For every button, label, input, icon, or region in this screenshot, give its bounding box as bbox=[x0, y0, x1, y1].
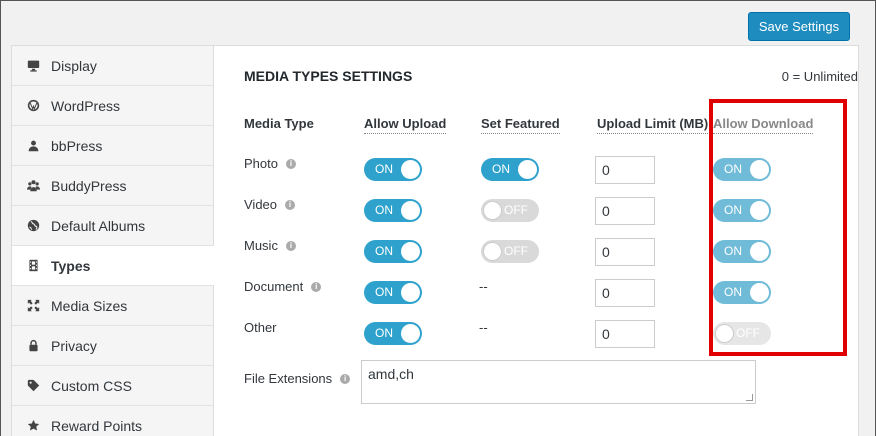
sidebar-item-reward-points[interactable]: Reward Points bbox=[12, 406, 213, 436]
media-type-name: Other bbox=[244, 320, 277, 335]
col-header-media-type: Media Type bbox=[244, 116, 314, 131]
star-icon bbox=[26, 419, 40, 433]
toggle-state: OFF bbox=[504, 203, 528, 217]
col-header-allow-upload: Allow Upload bbox=[364, 116, 447, 134]
sidebar-item-custom-css[interactable]: Custom CSS bbox=[12, 366, 213, 406]
toggle-state: ON bbox=[375, 285, 393, 299]
toggle-knob bbox=[401, 324, 420, 343]
file-extensions-textarea[interactable]: amd,ch bbox=[361, 360, 756, 404]
toggle-knob bbox=[401, 160, 420, 179]
sidebar-item-label: Privacy bbox=[51, 337, 97, 354]
toggle-knob bbox=[401, 283, 420, 302]
sidebar-item-label: WordPress bbox=[51, 97, 120, 114]
upload-limit-other-input[interactable]: 0 bbox=[595, 320, 655, 348]
file-extensions-text: File Extensions bbox=[244, 371, 333, 386]
allow-upload-photo-toggle[interactable]: ON bbox=[364, 158, 422, 181]
toggle-state: ON bbox=[375, 244, 393, 258]
person-icon bbox=[26, 139, 40, 153]
upload-limit-video-input[interactable]: 0 bbox=[595, 197, 655, 225]
upload-limit-document-input[interactable]: 0 bbox=[595, 279, 655, 307]
media-type-name: Photo bbox=[244, 156, 278, 171]
sidebar-item-display[interactable]: Display bbox=[12, 46, 213, 86]
set-featured-music-toggle[interactable]: OFF bbox=[481, 240, 539, 263]
sidebar-item-label: Types bbox=[51, 257, 91, 274]
toggle-state: ON bbox=[375, 326, 393, 340]
file-extensions-value: amd,ch bbox=[368, 366, 414, 382]
row-label-other: Other bbox=[244, 320, 277, 335]
info-icon[interactable]: i bbox=[285, 240, 296, 251]
upload-limit-music-input[interactable]: 0 bbox=[595, 238, 655, 266]
toggle-knob bbox=[401, 242, 420, 261]
info-icon[interactable]: i bbox=[340, 373, 351, 384]
info-icon[interactable]: i bbox=[285, 158, 296, 169]
resize-icon bbox=[26, 299, 40, 313]
group-icon bbox=[26, 179, 40, 193]
allow-upload-video-toggle[interactable]: ON bbox=[364, 199, 422, 222]
file-extensions-label: File Extensions i bbox=[244, 371, 351, 386]
info-icon[interactable]: i bbox=[311, 281, 322, 292]
sidebar-item-media-sizes[interactable]: Media Sizes bbox=[12, 286, 213, 326]
sidebar-item-privacy[interactable]: Privacy bbox=[12, 326, 213, 366]
toggle-state: ON bbox=[375, 203, 393, 217]
top-toolbar: Save Settings bbox=[1, 1, 875, 45]
media-type-name: Music bbox=[244, 238, 278, 253]
toggle-knob bbox=[483, 201, 502, 220]
upload-limit-photo-input[interactable]: 0 bbox=[595, 156, 655, 184]
row-label-video: Video i bbox=[244, 197, 296, 212]
allow-upload-document-toggle[interactable]: ON bbox=[364, 281, 422, 304]
sidebar-item-label: bbPress bbox=[51, 137, 103, 154]
sidebar-item-label: BuddyPress bbox=[51, 177, 127, 194]
toggle-knob bbox=[518, 160, 537, 179]
unlimited-note: 0 = Unlimited bbox=[781, 69, 858, 84]
row-label-document: Document i bbox=[244, 279, 322, 294]
set-featured-video-toggle[interactable]: OFF bbox=[481, 199, 539, 222]
lock-icon bbox=[26, 339, 40, 353]
globe-icon bbox=[26, 219, 40, 233]
toggle-knob bbox=[483, 242, 502, 261]
toggle-state: ON bbox=[492, 162, 510, 176]
set-featured-document-na: -- bbox=[479, 279, 488, 294]
save-settings-button[interactable]: Save Settings bbox=[748, 12, 850, 41]
sidebar-item-default-albums[interactable]: Default Albums bbox=[12, 206, 213, 246]
sidebar-item-buddypress[interactable]: BuddyPress bbox=[12, 166, 213, 206]
media-type-name: Video bbox=[244, 197, 278, 212]
sidebar-item-label: Default Albums bbox=[51, 217, 146, 234]
toggle-knob bbox=[401, 201, 420, 220]
sidebar-item-label: Reward Points bbox=[51, 417, 143, 434]
toggle-state: OFF bbox=[504, 244, 528, 258]
set-featured-other-na: -- bbox=[479, 320, 488, 335]
info-icon[interactable]: i bbox=[285, 199, 296, 210]
sidebar-item-wordpress[interactable]: WordPress bbox=[12, 86, 213, 126]
row-label-photo: Photo i bbox=[244, 156, 296, 171]
wordpress-icon bbox=[26, 99, 40, 113]
sidebar-item-label: Media Sizes bbox=[51, 297, 128, 314]
row-label-music: Music i bbox=[244, 238, 296, 253]
sidebar-item-bbpress[interactable]: bbPress bbox=[12, 126, 213, 166]
toggle-state: ON bbox=[375, 162, 393, 176]
media-type-name: Document bbox=[244, 279, 304, 294]
allow-download-highlight-box bbox=[709, 99, 847, 356]
allow-upload-other-toggle[interactable]: ON bbox=[364, 322, 422, 345]
sidebar-item-types[interactable]: Types bbox=[12, 246, 214, 286]
tag-icon bbox=[26, 379, 40, 393]
monitor-icon bbox=[26, 59, 40, 73]
settings-sidebar: Display WordPress bbPress BuddyPress Def… bbox=[12, 46, 214, 436]
set-featured-photo-toggle[interactable]: ON bbox=[481, 158, 539, 181]
section-title: MEDIA TYPES SETTINGS bbox=[244, 68, 413, 84]
col-header-upload-limit: Upload Limit (MB) bbox=[597, 116, 709, 134]
resize-handle-icon[interactable] bbox=[746, 394, 753, 401]
sidebar-item-label: Display bbox=[51, 57, 97, 74]
sidebar-item-label: Custom CSS bbox=[51, 377, 132, 394]
col-header-set-featured: Set Featured bbox=[481, 116, 560, 134]
allow-upload-music-toggle[interactable]: ON bbox=[364, 240, 422, 263]
film-icon bbox=[26, 259, 40, 273]
